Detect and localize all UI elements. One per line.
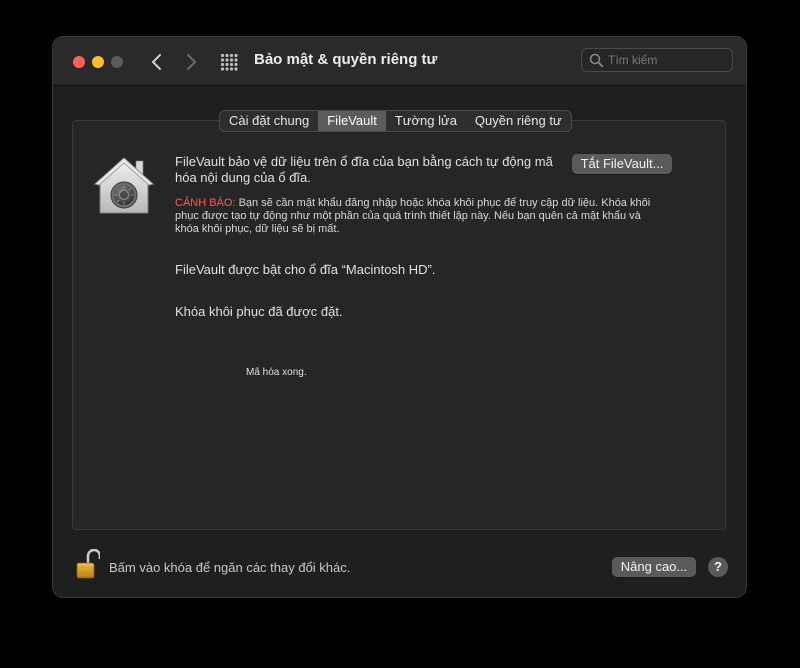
chevron-right-icon[interactable] <box>179 50 203 74</box>
zoom-icon[interactable] <box>111 56 123 68</box>
advanced-button[interactable]: Nâng cao... <box>612 557 696 577</box>
turn-off-filevault-button[interactable]: Tắt FileVault... <box>572 154 672 174</box>
recovery-key-status: Khóa khôi phục đã được đặt. <box>175 304 343 319</box>
tab-general[interactable]: Cài đặt chung <box>220 111 318 131</box>
grid-icon[interactable] <box>220 53 238 71</box>
tab-bar: Cài đặt chung FileVault Tường lửa Quyền … <box>219 110 572 132</box>
title-bar: Bảo mật & quyền riêng tư <box>53 37 746 86</box>
filevault-description: FileVault bảo vệ dữ liệu trên ổ đĩa của … <box>175 154 553 185</box>
help-button[interactable]: ? <box>708 557 728 577</box>
search-field[interactable] <box>581 48 733 72</box>
minimize-icon[interactable] <box>92 56 104 68</box>
warning-body: Bạn sẽ cần mật khẩu đăng nhập hoặc khóa … <box>175 197 651 235</box>
close-icon[interactable] <box>73 56 85 68</box>
filevault-status: FileVault được bật cho ổ đĩa “Macintosh … <box>175 262 436 277</box>
lock-instruction: Bấm vào khóa để ngăn các thay đổi khác. <box>109 560 351 575</box>
tab-filevault[interactable]: FileVault <box>318 111 386 131</box>
window-title: Bảo mật & quyền riêng tư <box>254 51 438 68</box>
warning-label: CẢNH BÁO: <box>175 197 236 209</box>
preferences-window: Bảo mật & quyền riêng tư Cài đặt chung F… <box>53 37 746 597</box>
tab-firewall[interactable]: Tường lửa <box>386 111 466 131</box>
lock-open-icon[interactable] <box>76 549 100 579</box>
search-input[interactable] <box>608 52 726 68</box>
chevron-left-icon[interactable] <box>145 50 169 74</box>
search-icon <box>589 53 604 68</box>
filevault-house-icon <box>93 157 155 214</box>
tab-privacy[interactable]: Quyền riêng tư <box>466 111 571 131</box>
encryption-status: Mã hóa xong. <box>246 367 307 378</box>
warning-text: CẢNH BÁO: Bạn sẽ cần mật khẩu đăng nhập … <box>175 197 663 236</box>
